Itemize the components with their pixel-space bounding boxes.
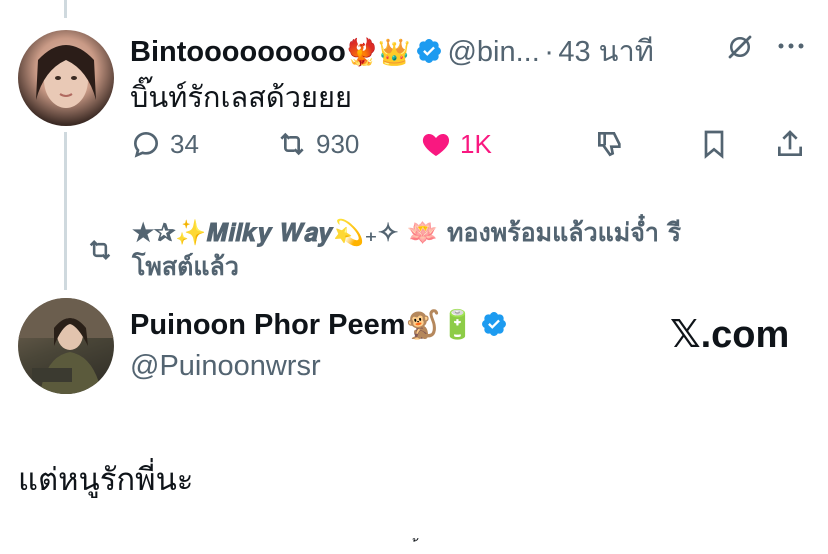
more-options-icon[interactable] [776, 34, 806, 58]
views-button[interactable] [594, 128, 626, 160]
heart-filled-icon [422, 134, 450, 156]
author-name[interactable]: Puinoon Phor Peem [130, 309, 406, 341]
timestamp[interactable]: 43 นาที [558, 36, 654, 68]
tweet1-header: Bintooooooooo🐦‍🔥👑 @bin... · 43 นาที [130, 28, 654, 74]
reply-count: 34 [170, 128, 199, 159]
author-emoji: 🐦‍🔥👑 [345, 37, 411, 67]
thumbs-down-icon [598, 132, 621, 157]
like-count: 1K [460, 128, 492, 159]
separator-dot: · [544, 36, 554, 68]
verified-badge-icon [481, 312, 506, 336]
tweet2-header: Puinoon Phor Peem🐒🔋 [130, 308, 508, 342]
retweet-banner-line1: ★✰✨𝑴𝒊𝒍𝒌𝒚 𝑾𝒂𝒚💫₊✧ 🪷 ทองพร้อมแล้วแม่จ๋ำ รี [132, 218, 682, 247]
author-emoji: 🐒🔋 [405, 309, 476, 340]
reply-button[interactable]: 34 [130, 128, 199, 160]
share-button[interactable] [774, 128, 806, 160]
avatar-bintoo-image [36, 45, 96, 108]
author-name[interactable]: Bintooooooooo [130, 36, 346, 68]
like-button[interactable]: 1K [420, 128, 492, 160]
tweet-text: บิ๊นท์รักเลสด้วยยย [130, 82, 352, 114]
tweet-text: แต่หนูรักพี่นะ [18, 462, 194, 497]
retweet-banner-line2: โพสต์แล้ว [132, 252, 239, 281]
verified-badge-icon [417, 39, 441, 63]
avatar-puinoon-image [18, 298, 114, 394]
share-icon [778, 130, 802, 156]
author-handle[interactable]: @Puinoonwrsr [130, 350, 321, 383]
grok-icon[interactable] [725, 32, 755, 62]
x-com-logo: 𝕏.com [670, 314, 790, 356]
bookmark-icon [704, 130, 724, 159]
retweet-indicator-icon [89, 240, 111, 260]
retweet-button[interactable]: 930 [276, 128, 359, 160]
reply-icon [133, 131, 159, 158]
thread-line-middle [64, 132, 67, 290]
avatar-puinoon[interactable] [18, 298, 114, 394]
author-handle[interactable]: @bin... [447, 36, 539, 68]
avatar-bintoo[interactable] [18, 30, 114, 126]
thread-line-top [64, 0, 67, 18]
bookmark-button[interactable] [698, 128, 730, 160]
retweet-count: 930 [316, 128, 360, 159]
retweet-icon [280, 132, 304, 156]
